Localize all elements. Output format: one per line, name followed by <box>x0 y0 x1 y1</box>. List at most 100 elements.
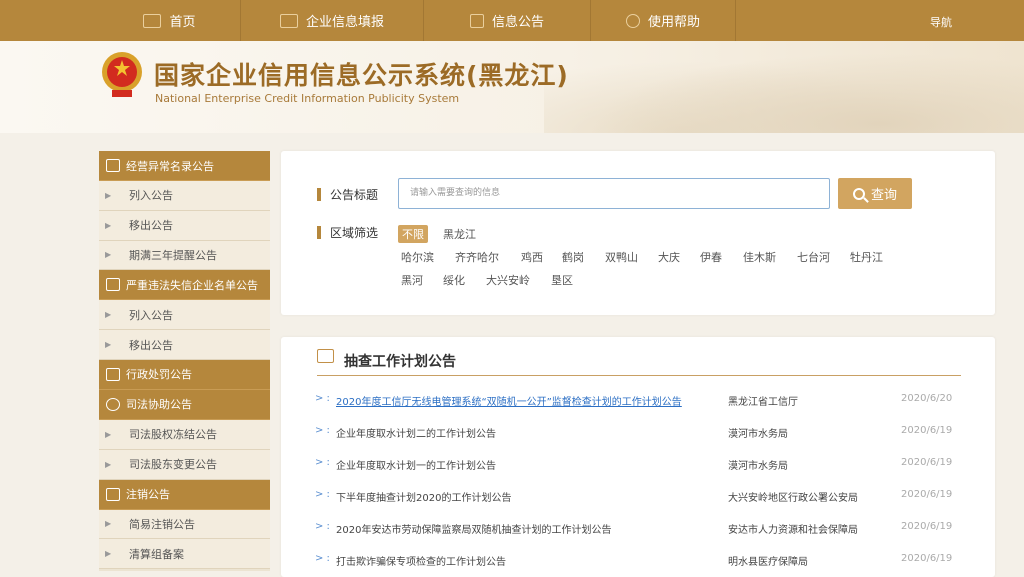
national-emblem-icon <box>102 52 142 97</box>
list-item[interactable]: > : 打击欺诈骗保专项检查的工作计划公告 明水县医疗保障局 2020/6/19 <box>315 553 965 571</box>
sidebar-heading-abnormal[interactable]: 经营异常名录公告 <box>99 151 270 181</box>
list-item-date: 2020/6/19 <box>901 457 953 468</box>
sidebar-item-blacklist-in[interactable]: ▶ 列入公告 <box>99 300 270 331</box>
triangle-right-icon: ▶ <box>105 220 112 230</box>
list-item-org: 漠河市水务局 <box>728 461 788 472</box>
monitor-icon <box>143 13 162 28</box>
region-filter-label: 区域筛选 <box>317 224 378 241</box>
region-tag[interactable]: 哈尔滨 <box>401 249 434 265</box>
search-button[interactable]: 查询 <box>838 178 912 209</box>
triangle-right-icon: ▶ <box>105 250 112 260</box>
list-item[interactable]: > : 下半年度抽查计划2020的工作计划公告 大兴安岭地区行政公署公安局 20… <box>315 489 965 507</box>
region-tag[interactable]: 鹤岗 <box>562 249 584 265</box>
nav-info-notice[interactable]: 信息公告 <box>424 0 591 41</box>
sidebar-item-equity-freeze[interactable]: ▶ 司法股权冻结公告 <box>99 419 270 450</box>
site-subtitle: National Enterprise Credit Information P… <box>155 92 460 105</box>
divider <box>317 375 961 376</box>
region-tag[interactable]: 鸡西 <box>521 249 543 265</box>
sidebar-item-shareholder-change[interactable]: ▶ 司法股东变更公告 <box>99 449 270 480</box>
region-tag-any[interactable]: 不限 <box>398 225 428 243</box>
search-icon <box>852 187 865 200</box>
region-tag[interactable]: 黑河 <box>401 272 423 288</box>
sidebar-heading-cancellation[interactable]: 注销公告 <box>99 479 270 510</box>
region-tag[interactable]: 垦区 <box>551 272 573 288</box>
triangle-right-icon: ▶ <box>105 190 112 200</box>
list-item-date: 2020/6/19 <box>901 521 953 532</box>
list-item-date: 2020/6/19 <box>901 425 953 436</box>
sidebar-heading-judicial[interactable]: 司法协助公告 <box>99 389 270 420</box>
list-item-date: 2020/6/19 <box>901 489 953 500</box>
region-tag-heilongjiang[interactable]: 黑龙江 <box>443 226 476 242</box>
chevron-right-icon: > : <box>315 457 330 468</box>
region-tag[interactable]: 七台河 <box>797 249 830 265</box>
label-bar <box>317 188 321 201</box>
region-tag[interactable]: 双鸭山 <box>605 249 638 265</box>
list-item-title[interactable]: 2020年安达市劳动保障监察局双随机抽查计划的工作计划公告 <box>336 521 611 536</box>
triangle-right-icon: ▶ <box>105 549 112 559</box>
region-tag[interactable]: 大兴安岭 <box>486 272 530 288</box>
list-item[interactable]: > : 2020年安达市劳动保障监察局双随机抽查计划的工作计划公告 安达市人力资… <box>315 521 965 539</box>
sidebar-item-liquidation[interactable]: ▶ 清算组备案 <box>99 539 270 570</box>
chevron-right-icon: > : <box>315 393 330 404</box>
list-item-org: 漠河市水务局 <box>728 429 788 440</box>
list-item-date: 2020/6/20 <box>901 393 953 404</box>
message-icon <box>317 349 334 363</box>
list-item-title[interactable]: 2020年度工信厅无线电管理系统“双随机一公开”监督检查计划的工作计划公告 <box>336 393 682 408</box>
list-item-org: 安达市人力资源和社会保障局 <box>728 525 858 536</box>
announcement-list-panel: 抽查工作计划公告 > : 2020年度工信厅无线电管理系统“双随机一公开”监督检… <box>281 337 995 577</box>
title-filter-label: 公告标题 <box>317 186 378 203</box>
document-icon <box>469 13 484 28</box>
speaker-icon <box>625 13 640 28</box>
sidebar-item-abnormal-in[interactable]: ▶ 列入公告 <box>99 181 270 211</box>
nav-guide-link[interactable]: 导航 <box>930 14 952 30</box>
site-title: 国家企业信用信息公示系统(黑龙江) <box>154 61 569 90</box>
region-tag[interactable]: 大庆 <box>658 249 680 265</box>
triangle-right-icon: ▶ <box>105 340 112 350</box>
triangle-right-icon: ▶ <box>105 519 112 529</box>
region-tag[interactable]: 齐齐哈尔 <box>455 249 499 265</box>
sidebar-heading-blacklist[interactable]: 严重违法失信企业名单公告 <box>99 270 270 301</box>
nav-info-report[interactable]: 企业信息填报 <box>241 0 424 41</box>
mountain-graphic <box>544 41 1024 133</box>
triangle-right-icon: ▶ <box>105 310 112 320</box>
sidebar-item-blacklist-out[interactable]: ▶ 移出公告 <box>99 330 270 360</box>
list-item[interactable]: > : 企业年度取水计划一的工作计划公告 漠河市水务局 2020/6/19 <box>315 457 965 475</box>
label-bar <box>317 226 321 239</box>
book-icon <box>106 278 120 292</box>
list-item-org: 大兴安岭地区行政公署公安局 <box>728 493 858 504</box>
top-nav-bar: 首页 企业信息填报 信息公告 使用帮助 导航 <box>0 0 1024 41</box>
sidebar-item-simple-cancel[interactable]: ▶ 简易注销公告 <box>99 509 270 540</box>
search-panel: 公告标题 请输入需要查询的信息 查询 区域筛选 不限 黑龙江 哈尔滨 齐齐哈尔 … <box>281 151 995 315</box>
list-item-date: 2020/6/19 <box>901 553 953 564</box>
sidebar-item-abnormal-3yr[interactable]: ▶ 期满三年提醒公告 <box>99 240 270 271</box>
triangle-right-icon: ▶ <box>105 459 112 469</box>
region-tag[interactable]: 佳木斯 <box>743 249 776 265</box>
pencil-icon <box>279 13 298 28</box>
region-tag[interactable]: 伊春 <box>700 249 722 265</box>
list-item[interactable]: > : 企业年度取水计划二的工作计划公告 漠河市水务局 2020/6/19 <box>315 425 965 443</box>
list-item-title[interactable]: 下半年度抽查计划2020的工作计划公告 <box>336 489 511 504</box>
region-tag[interactable]: 绥化 <box>443 272 465 288</box>
compass-icon <box>106 397 120 411</box>
sidebar-heading-penalty[interactable]: 行政处罚公告 <box>99 359 270 390</box>
region-tag[interactable]: 牡丹江 <box>850 249 883 265</box>
nav-help[interactable]: 使用帮助 <box>591 0 736 41</box>
nav-home[interactable]: 首页 <box>99 0 241 41</box>
speaker-icon <box>106 159 120 172</box>
chevron-right-icon: > : <box>315 489 330 500</box>
list-item-title[interactable]: 企业年度取水计划二的工作计划公告 <box>336 425 496 440</box>
sidebar: 经营异常名录公告 ▶ 列入公告 ▶ 移出公告 ▶ 期满三年提醒公告 严重违法失信企业名… <box>99 151 270 571</box>
list-item-org: 明水县医疗保障局 <box>728 557 808 568</box>
document-icon <box>106 487 120 501</box>
list-item-title[interactable]: 企业年度取水计划一的工作计划公告 <box>336 457 496 472</box>
list-item-org: 黑龙江省工信厅 <box>728 397 798 408</box>
list-item[interactable]: > : 2020年度工信厅无线电管理系统“双随机一公开”监督检查计划的工作计划公… <box>315 393 965 411</box>
chevron-right-icon: > : <box>315 425 330 436</box>
sidebar-item-abnormal-out[interactable]: ▶ 移出公告 <box>99 210 270 241</box>
document-icon <box>106 367 120 381</box>
list-title: 抽查工作计划公告 <box>344 354 456 370</box>
triangle-right-icon: ▶ <box>105 429 112 439</box>
chevron-right-icon: > : <box>315 553 330 564</box>
search-input[interactable]: 请输入需要查询的信息 <box>398 178 830 209</box>
list-item-title[interactable]: 打击欺诈骗保专项检查的工作计划公告 <box>336 553 506 568</box>
